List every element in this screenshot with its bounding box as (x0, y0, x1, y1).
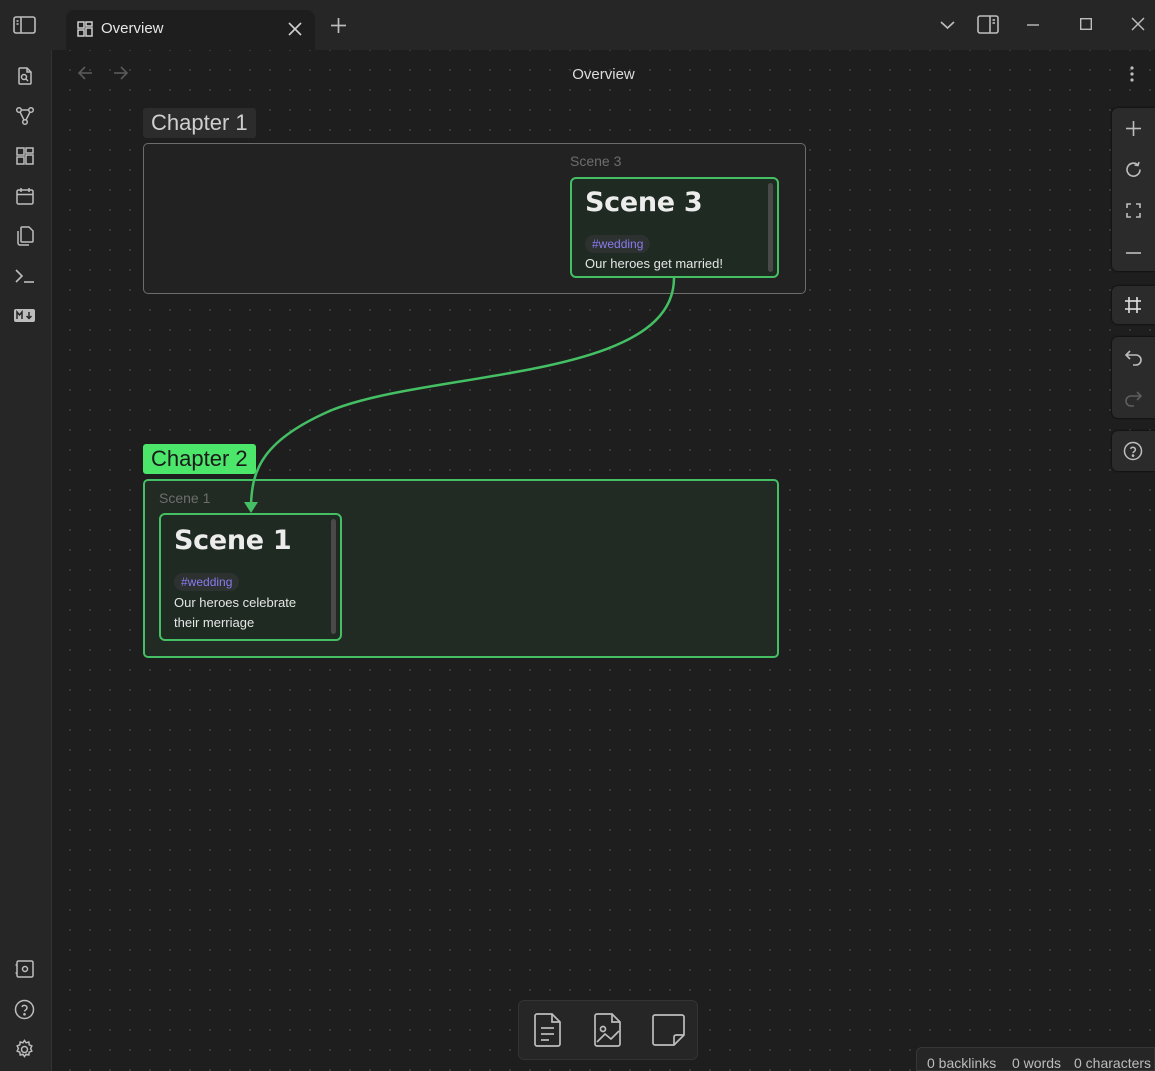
canvas-tab-icon (77, 21, 93, 37)
status-bar: 0 backlinks 0 words 0 characters (916, 1047, 1155, 1071)
graph-view-icon[interactable] (15, 106, 35, 126)
left-ribbon (0, 50, 52, 1071)
status-words: 0 words (1012, 1055, 1062, 1071)
add-note-icon[interactable] (533, 1012, 563, 1048)
tab-overview[interactable]: Overview (66, 10, 315, 50)
snap-control (1112, 286, 1155, 324)
help-icon[interactable] (14, 999, 35, 1020)
new-tab-icon[interactable] (330, 17, 347, 34)
history-controls (1112, 337, 1155, 418)
reset-zoom-icon[interactable] (1125, 161, 1142, 178)
snap-grid-icon[interactable] (1124, 296, 1142, 314)
canvas-area[interactable]: Overview Chapter 1 Scene 3 Scene 3 #wedd… (52, 50, 1155, 1071)
markdown-importer-icon[interactable] (14, 309, 35, 322)
vault-icon[interactable] (15, 959, 35, 979)
status-backlinks[interactable]: 0 backlinks (927, 1055, 996, 1071)
canvas-icon[interactable] (15, 146, 35, 166)
edge-connector[interactable] (52, 50, 1155, 1071)
tab-list-chevron-icon[interactable] (940, 20, 955, 30)
maximize-icon[interactable] (1079, 17, 1093, 31)
title-bar: Overview (0, 0, 1155, 50)
tab-title: Overview (101, 20, 164, 37)
undo-icon[interactable] (1124, 350, 1142, 366)
canvas-add-toolbar (518, 1000, 698, 1060)
help-control (1112, 431, 1155, 471)
zoom-out-icon[interactable] (1126, 252, 1141, 254)
close-window-icon[interactable] (1131, 17, 1145, 31)
templates-icon[interactable] (15, 226, 35, 246)
canvas-help-icon[interactable] (1123, 441, 1143, 461)
add-media-icon[interactable] (593, 1012, 623, 1048)
daily-notes-icon[interactable] (15, 186, 35, 206)
zoom-controls (1112, 108, 1155, 271)
status-characters: 0 characters (1074, 1055, 1152, 1071)
redo-icon[interactable] (1125, 391, 1143, 407)
right-sidebar-icon[interactable] (977, 15, 999, 34)
command-palette-icon[interactable] (15, 268, 35, 284)
quick-switcher-icon[interactable] (15, 66, 35, 86)
minimize-icon[interactable] (1027, 24, 1039, 26)
settings-icon[interactable] (14, 1039, 35, 1060)
zoom-in-icon[interactable] (1126, 121, 1141, 136)
zoom-to-fit-icon[interactable] (1126, 203, 1141, 218)
sidebar-toggle-icon[interactable] (13, 15, 37, 35)
close-tab-icon[interactable] (288, 22, 302, 36)
add-card-icon[interactable] (652, 1014, 685, 1046)
